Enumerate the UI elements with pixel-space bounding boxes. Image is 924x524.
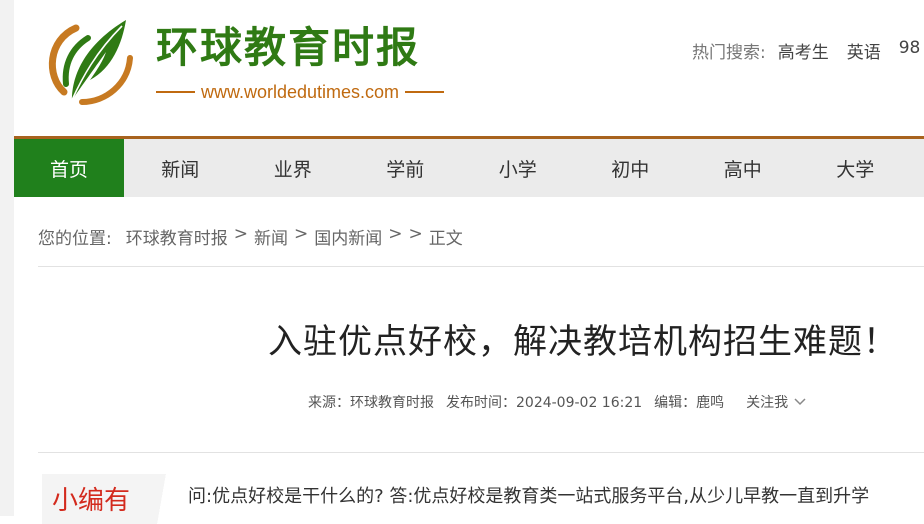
feather-logo-icon[interactable] <box>42 14 138 110</box>
site-name[interactable]: 环球教育时报 <box>156 20 420 76</box>
hot-search-item[interactable]: 英语 <box>847 38 881 63</box>
nav-item-preschool[interactable]: 学前 <box>349 139 462 197</box>
breadcrumb-current: 正文 <box>428 229 463 249</box>
chevron-down-icon <box>794 398 806 406</box>
hot-search: 热门搜索: 高考生 英语 98 <box>692 38 924 63</box>
breadcrumb-label: 您的位置: <box>38 229 112 249</box>
nav-item-junior-high[interactable]: 初中 <box>574 139 687 197</box>
nav-item-industry[interactable]: 业界 <box>237 139 350 197</box>
url-rule-right <box>405 91 444 93</box>
follow-button[interactable]: 关注我 <box>746 392 806 412</box>
article-source: 来源：环球教育时报 <box>308 395 434 411</box>
editor-tag-text: 小编有 <box>52 486 131 516</box>
nav-item-home[interactable]: 首页 <box>14 139 124 197</box>
nav-item-primary[interactable]: 小学 <box>462 139 575 197</box>
article-summary: 问:优点好校是干什么的? 答:优点好校是教育类一站式服务平台,从少儿早教一直到升… <box>188 486 870 507</box>
article-published: 发布时间：2024-09-02 16:21 <box>446 395 643 411</box>
breadcrumb-link-news[interactable]: 新闻 <box>254 224 288 249</box>
site-url[interactable]: www.worldedutimes.com <box>156 80 444 104</box>
breadcrumb-link-domestic[interactable]: 国内新闻 <box>314 224 382 249</box>
breadcrumb-separator: > <box>233 224 248 244</box>
divider <box>38 452 924 453</box>
breadcrumb-separator: > <box>293 224 309 244</box>
nav-item-university[interactable]: 大学 <box>799 139 912 197</box>
breadcrumb-link-home[interactable]: 环球教育时报 <box>126 224 228 249</box>
nav-item-news[interactable]: 新闻 <box>124 139 237 197</box>
left-margin-strip <box>0 0 14 516</box>
article-editor: 编辑：鹿鸣 <box>654 395 725 411</box>
editor-tag: 小编有 <box>42 474 174 524</box>
nav-item-senior-high[interactable]: 高中 <box>687 139 800 197</box>
breadcrumb-separator: > <box>388 224 403 244</box>
hot-search-item[interactable]: 98 <box>899 38 921 63</box>
article-meta: 来源：环球教育时报 发布时间：2024-09-02 16:21 编辑：鹿鸣 关注… <box>308 392 806 412</box>
hot-search-item[interactable]: 高考生 <box>778 38 829 63</box>
divider <box>38 266 924 267</box>
breadcrumb: 您的位置: 环球教育时报 > 新闻 > 国内新闻 > > 正文 <box>38 224 463 249</box>
main-nav: 首页 新闻 业界 学前 小学 初中 高中 大学 <box>14 139 924 197</box>
site-url-text: www.worldedutimes.com <box>200 81 400 102</box>
follow-label: 关注我 <box>746 395 789 411</box>
url-rule-left <box>156 91 195 93</box>
hot-search-label: 热门搜索: <box>692 43 766 63</box>
breadcrumb-separator: > <box>408 224 423 244</box>
article-title: 入驻优点好校，解决教培机构招生难题！ <box>268 322 898 362</box>
